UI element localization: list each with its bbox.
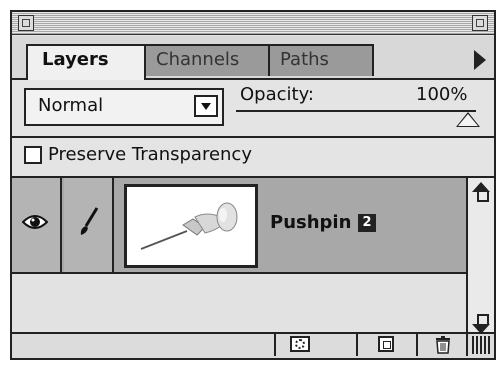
palette-tabs: Paths Channels Layers — [12, 36, 494, 80]
pushpin-icon — [140, 202, 238, 250]
mask-icon — [290, 336, 310, 352]
divider — [12, 136, 494, 138]
layer-thumbnail[interactable] — [124, 184, 258, 268]
opacity-value: 100% — [416, 84, 468, 105]
layers-palette-window: Paths Channels Layers Normal Opacity: 10… — [10, 10, 496, 360]
eye-icon — [22, 215, 48, 229]
layers-list: Pushpin 2 — [12, 178, 468, 338]
new-layer-button[interactable] — [356, 334, 416, 356]
trash-icon — [436, 336, 450, 354]
layer-name: Pushpin — [270, 212, 352, 233]
chevron-down-icon[interactable] — [194, 95, 218, 117]
resize-grip-icon — [472, 336, 490, 354]
scroll-up-arrow-icon[interactable] — [471, 182, 491, 202]
tab-layers[interactable]: Layers — [26, 44, 146, 80]
opacity-label: Opacity: — [240, 84, 314, 105]
layer-row[interactable]: Pushpin 2 — [12, 178, 468, 274]
palette-bottom-bar — [12, 332, 494, 358]
tab-paths[interactable]: Paths — [264, 44, 374, 76]
preserve-transparency-label: Preserve Transparency — [48, 144, 252, 165]
preserve-transparency-checkbox[interactable] — [24, 146, 42, 164]
edit-toggle[interactable] — [64, 178, 114, 272]
opacity-slider-track[interactable] — [236, 110, 476, 112]
vertical-scrollbar[interactable] — [466, 178, 494, 338]
layer-mask-button[interactable] — [274, 334, 326, 356]
resize-grip[interactable] — [466, 334, 494, 356]
blend-mode-select[interactable]: Normal — [24, 88, 224, 126]
visibility-toggle[interactable] — [12, 178, 62, 272]
scroll-down-arrow-icon[interactable] — [471, 314, 491, 334]
opacity-slider-handle-fill[interactable] — [458, 114, 478, 126]
palette-titlebar[interactable] — [12, 12, 494, 35]
layer-badge: 2 — [358, 214, 376, 232]
blend-mode-value: Normal — [38, 95, 104, 116]
close-box-icon[interactable] — [18, 15, 34, 31]
palette-menu-arrow-icon[interactable] — [474, 50, 486, 70]
paintbrush-icon — [80, 207, 99, 235]
zoom-box-icon[interactable] — [472, 15, 488, 31]
delete-layer-button[interactable] — [416, 334, 468, 356]
tab-channels[interactable]: Channels — [140, 44, 270, 76]
new-layer-icon — [378, 336, 394, 352]
